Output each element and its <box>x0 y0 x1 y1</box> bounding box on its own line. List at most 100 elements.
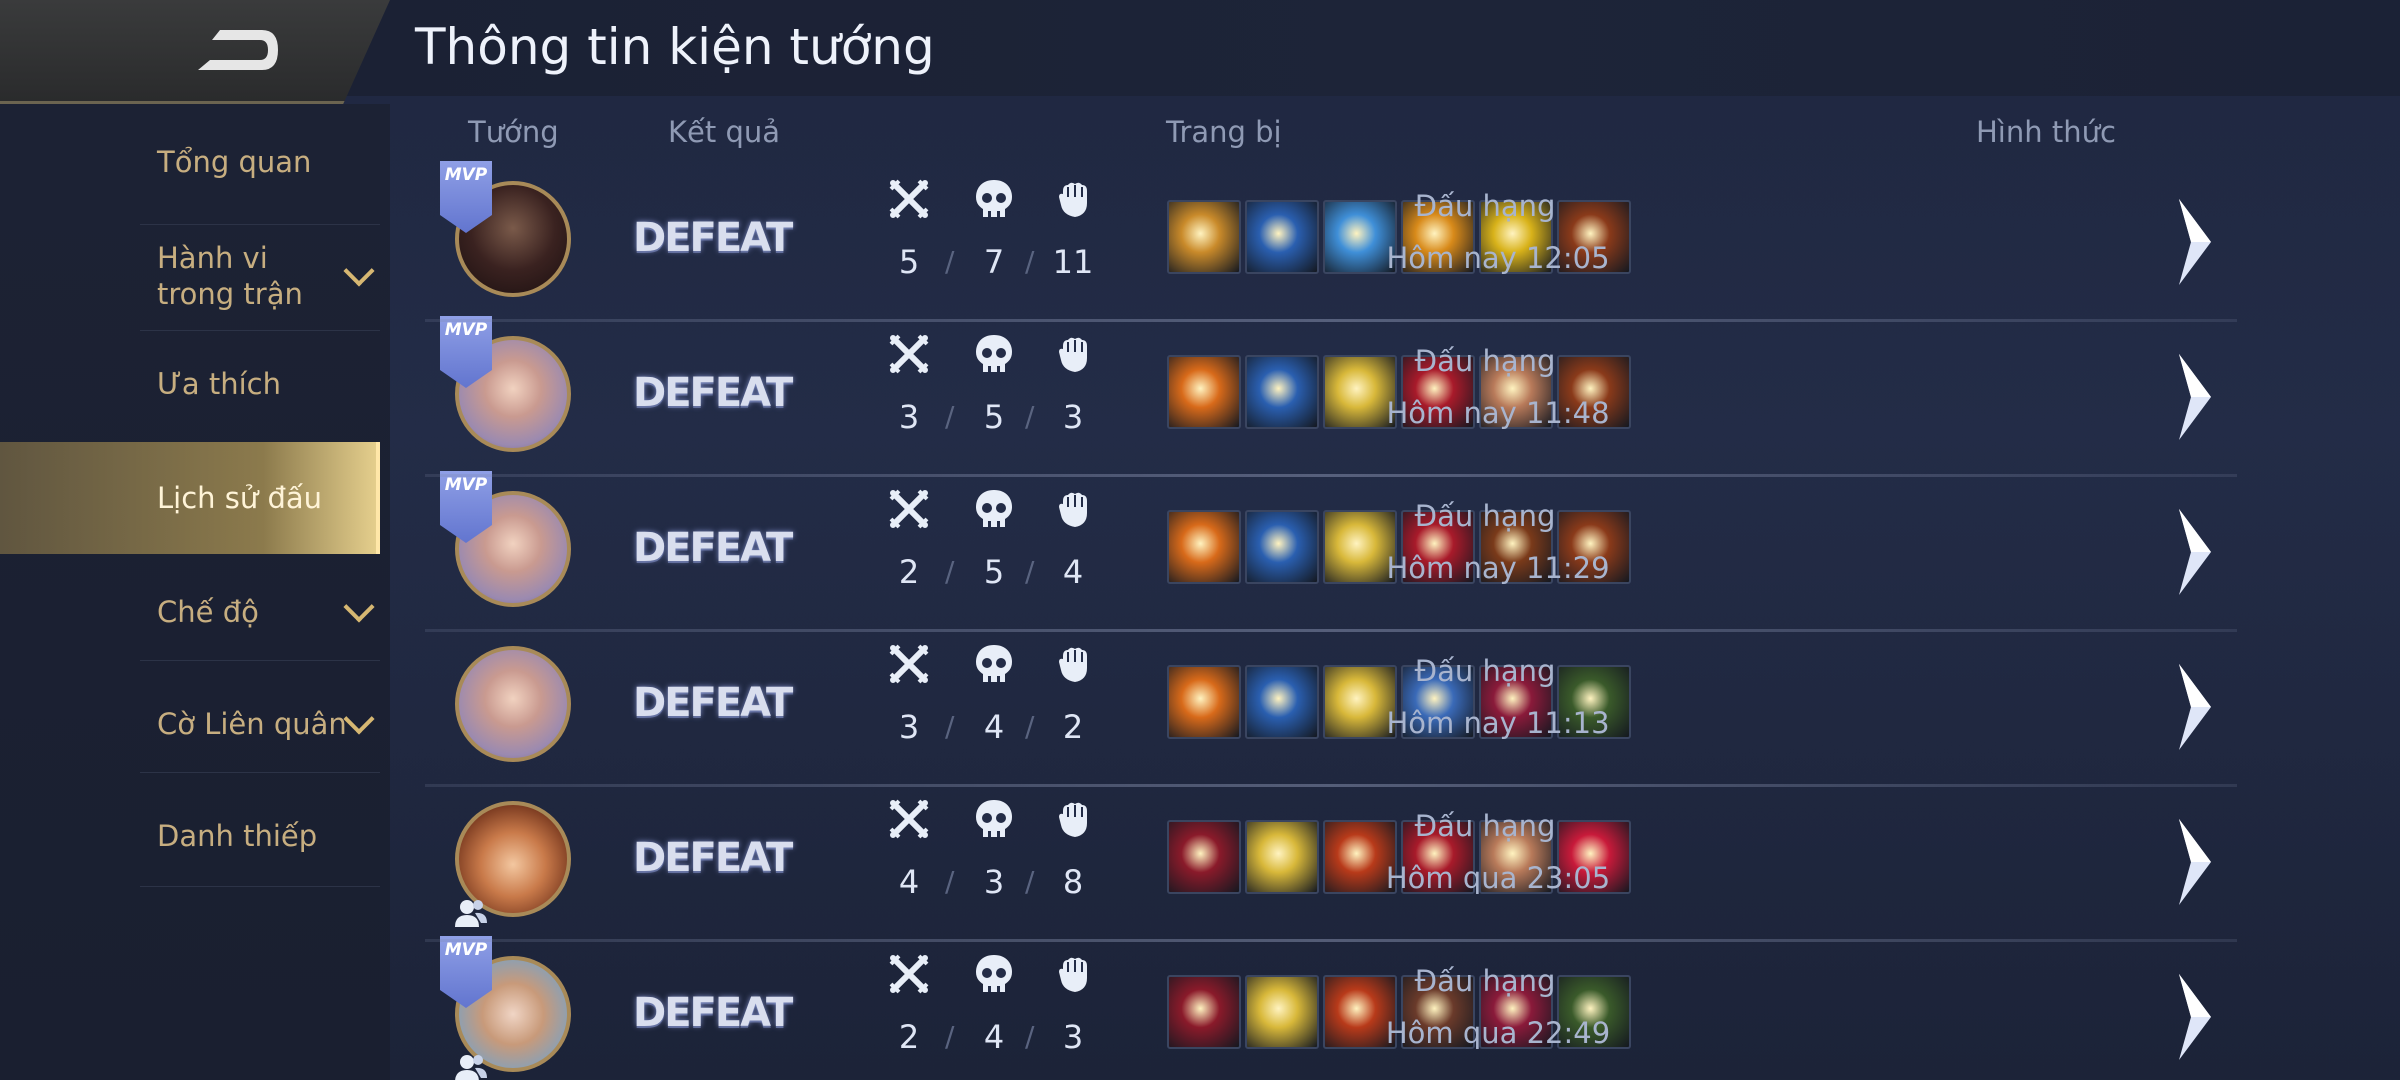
match-time: Hôm qua 22:49 <box>1385 1016 1611 1050</box>
chevron-right-icon[interactable] <box>2175 662 2215 752</box>
sidebar-item-behavior[interactable]: Hành vi trong trận <box>0 240 380 312</box>
sidebar-item-chess[interactable]: Cờ Liên quân <box>0 703 380 742</box>
kda-separator: / <box>1025 245 1035 278</box>
kills-count: 3 <box>898 708 920 746</box>
sidebar-item-overview[interactable]: Tổng quan <box>0 144 380 180</box>
kda-separator: / <box>945 245 955 278</box>
match-mode: Đấu hạng <box>1414 344 1556 378</box>
sidebar: Tổng quan Hành vi trong trận Ưa thích Lị… <box>0 104 390 1080</box>
match-time: Hôm qua 23:05 <box>1385 861 1611 895</box>
match-result: DEFEAT <box>633 680 793 726</box>
chevron-right-icon[interactable] <box>2175 197 2215 287</box>
kills-count: 5 <box>898 243 920 281</box>
kills-count: 3 <box>898 398 920 436</box>
divider <box>140 660 380 661</box>
kda-separator: / <box>1025 1020 1035 1053</box>
kda-separator: / <box>1025 865 1035 898</box>
sidebar-item-namecard[interactable]: Danh thiếp <box>0 818 380 854</box>
assists-count: 3 <box>1062 398 1084 436</box>
crossed-swords-icon <box>887 797 931 841</box>
item-icon <box>1245 200 1319 274</box>
sidebar-item-label: Hành vi trong trận <box>157 241 303 311</box>
kills-count: 2 <box>898 1018 920 1056</box>
kda-separator: / <box>945 400 955 433</box>
assists-count: 4 <box>1062 553 1084 591</box>
kda-separator: / <box>945 710 955 743</box>
sidebar-item-modes[interactable]: Chế độ <box>0 591 380 630</box>
crossed-swords-icon <box>887 332 931 376</box>
fist-icon <box>1051 642 1095 686</box>
row-divider <box>425 784 2237 787</box>
item-icon <box>1245 510 1319 584</box>
row-divider <box>425 629 2237 632</box>
item-icon <box>1245 355 1319 429</box>
skull-icon <box>972 797 1016 841</box>
fist-icon <box>1051 177 1095 221</box>
match-result: DEFEAT <box>633 370 793 416</box>
match-result: DEFEAT <box>633 215 793 261</box>
match-row[interactable]: MVP DEFEAT 2/5/4 Đấu hạng Hôm nay 11:29 <box>425 471 2237 630</box>
item-icon <box>1167 975 1241 1049</box>
sidebar-item-match-history[interactable]: Lịch sử đấu <box>0 442 380 554</box>
deaths-count: 5 <box>983 553 1005 591</box>
match-time: Hôm nay 11:13 <box>1386 706 1610 740</box>
match-mode: Đấu hạng <box>1414 189 1556 223</box>
row-divider <box>425 939 2237 942</box>
friend-icon <box>455 900 487 927</box>
match-time: Hôm nay 11:48 <box>1386 396 1610 430</box>
fist-icon <box>1051 797 1095 841</box>
match-mode: Đấu hạng <box>1414 809 1556 843</box>
match-row[interactable]: DEFEAT 4 / 3 / 8 Đấu hạng Hôm qua 23:05 <box>425 785 2237 940</box>
match-row[interactable]: MVP DEFEAT 3/5/3 Đấu hạng Hôm nay 11:48 <box>425 316 2237 475</box>
skull-icon <box>972 177 1016 221</box>
back-arrow-icon <box>198 30 278 70</box>
divider <box>140 772 380 773</box>
match-mode: Đấu hạng <box>1414 654 1556 688</box>
deaths-count: 7 <box>983 243 1005 281</box>
column-header-hero: Tướng <box>468 115 559 149</box>
kda-separator: / <box>1025 400 1035 433</box>
column-header-items: Trang bị <box>1166 115 1282 149</box>
deaths-count: 4 <box>983 1018 1005 1056</box>
deaths-count: 3 <box>983 863 1005 901</box>
kda-separator: / <box>1025 555 1035 588</box>
chevron-right-icon[interactable] <box>2175 817 2215 907</box>
crossed-swords-icon <box>887 642 931 686</box>
match-row[interactable]: MVP DEFEAT 5/7/11 Đấu hạng Hôm nay 12:05 <box>425 161 2237 320</box>
item-icon <box>1167 665 1241 739</box>
chevron-right-icon[interactable] <box>2175 507 2215 597</box>
sidebar-item-favorites[interactable]: Ưa thích <box>0 366 380 402</box>
fist-icon <box>1051 332 1095 376</box>
match-result: DEFEAT <box>633 835 793 881</box>
sidebar-item-label: Tổng quan <box>157 145 312 179</box>
deaths-count: 4 <box>983 708 1005 746</box>
friend-icon <box>455 1055 487 1080</box>
column-header-result: Kết quả <box>668 115 781 149</box>
column-header-mode: Hình thức <box>1976 115 2116 149</box>
match-result: DEFEAT <box>633 990 793 1036</box>
kda-separator: / <box>1025 710 1035 743</box>
match-mode: Đấu hạng <box>1414 499 1556 533</box>
match-row[interactable]: DEFEAT 3 / 4 / 2 Đấu hạng Hôm nay 11:13 <box>425 630 2237 785</box>
fist-icon <box>1051 487 1095 531</box>
kills-count: 4 <box>898 863 920 901</box>
item-icon <box>1167 510 1241 584</box>
back-button[interactable] <box>0 0 390 104</box>
item-icon <box>1245 975 1319 1049</box>
assists-count: 8 <box>1062 863 1084 901</box>
chevron-right-icon[interactable] <box>2175 352 2215 442</box>
kda-separator: / <box>945 865 955 898</box>
hero-avatar <box>455 646 571 762</box>
row-divider <box>425 319 2237 322</box>
row-divider <box>425 474 2237 477</box>
divider <box>140 330 380 331</box>
crossed-swords-icon <box>887 177 931 221</box>
chevron-down-icon <box>343 255 375 287</box>
chevron-right-icon[interactable] <box>2175 972 2215 1062</box>
skull-icon <box>972 332 1016 376</box>
kills-count: 2 <box>898 553 920 591</box>
match-row[interactable]: MVP DEFEAT 2/4/3 Đấu hạng Hôm qua 22:49 <box>425 936 2237 1080</box>
skull-icon <box>972 952 1016 996</box>
chevron-down-icon <box>343 703 375 735</box>
deaths-count: 5 <box>983 398 1005 436</box>
